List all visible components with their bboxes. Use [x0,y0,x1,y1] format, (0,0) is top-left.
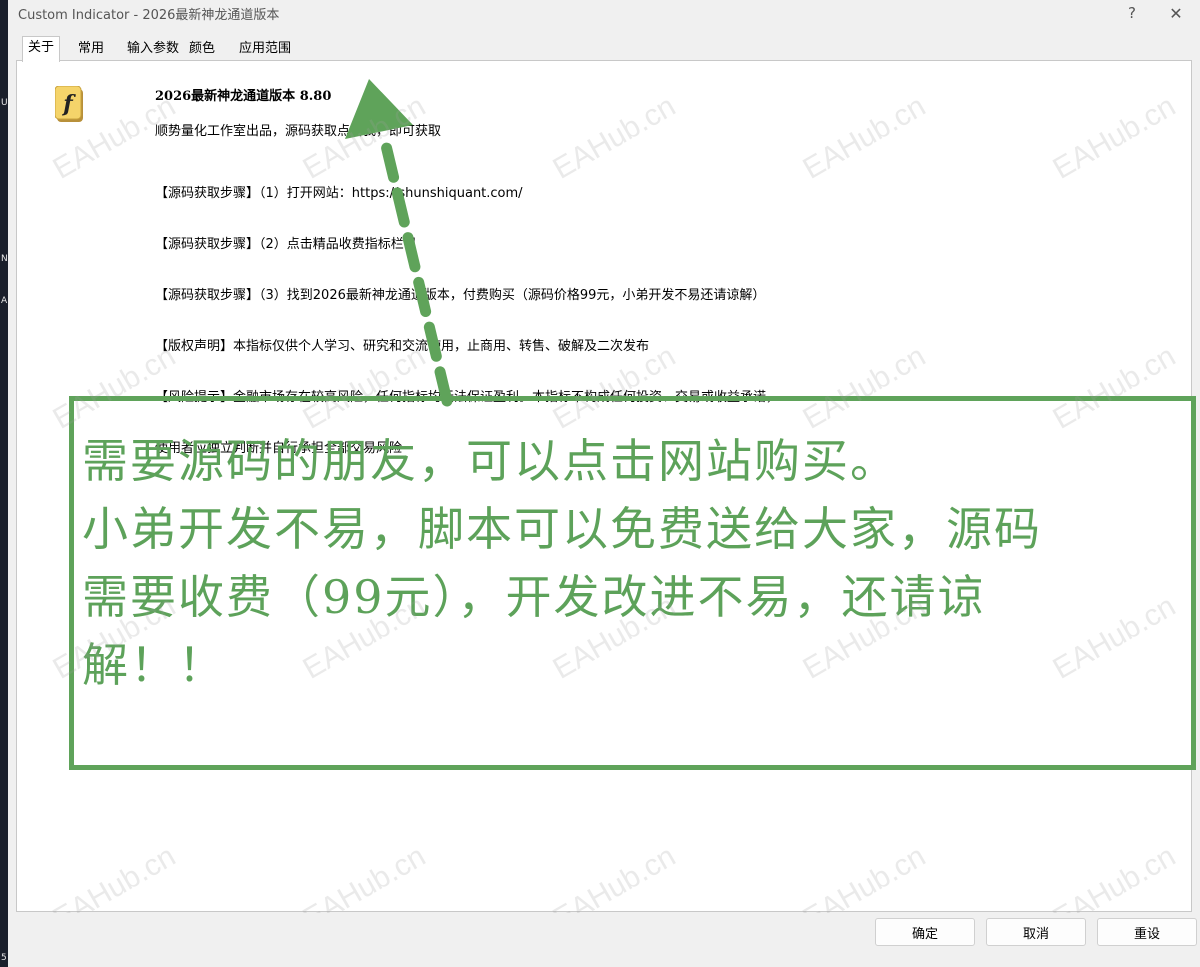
tab-bar: 关于 常用 输入参数 颜色 应用范围 [16,36,1192,62]
indicator-description: 顺势量化工作室出品，源码获取点击我，即可获取 [155,124,442,139]
edge-label: 5 [1,953,7,963]
help-button[interactable]: ? [1112,1,1152,25]
watermark-text: EAHub.cn [1047,839,1182,913]
title-bar[interactable]: Custom Indicator - 2026最新神龙通道版本 ? ✕ [8,0,1200,26]
tab-about[interactable]: 关于 [22,36,61,62]
tab-visualization[interactable]: 应用范围 [234,38,296,60]
notice-line: 需要收费（99元），开发改进不易，还请谅 [82,570,986,624]
info-line: 【版权声明】本指标仅供个人学习、研究和交流使用，止商用、转售、破解及二次发布 [155,339,650,354]
about-panel: f 2026最新神龙通道版本 8.80 顺势量化工作室出品，源码获取点击我，即可… [16,60,1196,913]
window-title: Custom Indicator - 2026最新神龙通道版本 [18,8,280,23]
info-line: 【源码获取步骤】（2）点击精品收费指标栏目 [155,237,417,252]
cancel-button[interactable]: 取消 [986,918,1086,946]
watermark-text: EAHub.cn [547,839,682,913]
edge-label: N [1,254,8,264]
close-button[interactable]: ✕ [1156,1,1196,25]
edge-label: U [1,98,8,108]
watermark-text: EAHub.cn [797,89,932,186]
indicator-name: 2026最新神龙通道版本 8.80 [155,89,332,104]
info-line: 【源码获取步骤】（3）找到2026最新神龙通道版本，付费购买（源码价格99元，小… [155,288,766,303]
ok-button[interactable]: 确定 [875,918,975,946]
notice-line: 需要源码的朋友，可以点击网站购买。 [82,434,898,488]
watermark-text: EAHub.cn [797,839,932,913]
notice-line: 小弟开发不易，脚本可以免费送给大家，源码 [82,502,1042,556]
edge-label: A [1,296,8,306]
reset-button[interactable]: 重设 [1097,918,1197,946]
script-f-icon: f [55,86,83,122]
tab-colors[interactable]: 颜色 [184,38,220,60]
tab-inputs[interactable]: 输入参数 [122,38,184,60]
watermark-text: EAHub.cn [1047,89,1182,186]
tab-common[interactable]: 常用 [73,38,109,60]
notice-line: 解！！ [82,638,226,692]
notice-annotation-box: 需要源码的朋友，可以点击网站购买。 小弟开发不易，脚本可以免费送给大家，源码 需… [69,396,1196,770]
watermark-text: EAHub.cn [47,839,182,913]
info-line: 【源码获取步骤】（1）打开网站：https://shunshiquant.com… [155,186,523,201]
background-terminal-edge: U N A 5 [0,0,8,967]
custom-indicator-dialog: Custom Indicator - 2026最新神龙通道版本 ? ✕ 关于 常… [8,0,1200,967]
watermark-text: EAHub.cn [297,839,432,913]
